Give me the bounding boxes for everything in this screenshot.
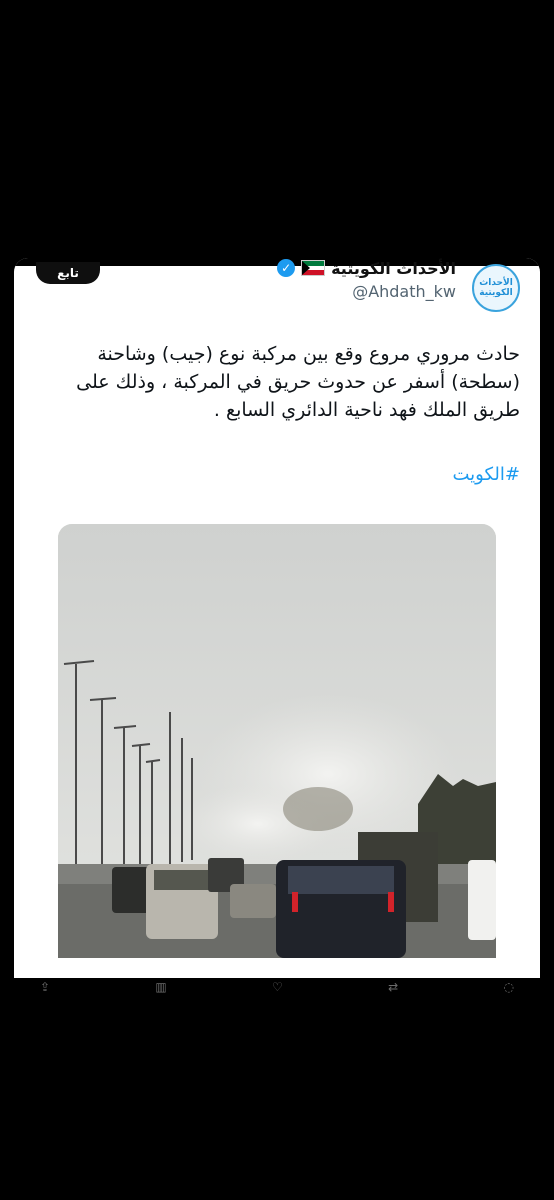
views-icon[interactable]: ▥ [155, 980, 166, 994]
follow-button[interactable]: تابع [36, 262, 100, 284]
share-icon[interactable]: ⇪ [40, 980, 50, 994]
reply-icon[interactable]: ◌ [503, 980, 513, 994]
account-avatar[interactable]: الأحداث الكويتية [472, 264, 520, 312]
tweet-card: تابع الأحداث الكويتية الأحداث الكويتية ✓… [14, 258, 540, 978]
tweet-media-image[interactable] [58, 524, 496, 958]
kuwait-flag-icon [301, 260, 326, 276]
like-icon[interactable]: ♡ [272, 980, 283, 994]
road-fire-photo [58, 524, 496, 958]
avatar-text-line1: الأحداث [479, 278, 513, 288]
account-name-row: الأحداث الكويتية ✓ [277, 258, 456, 278]
tweet-text: حادث مروري مروع وقع بين مركبة نوع (جيب) … [76, 343, 520, 421]
hashtag-link[interactable]: #الكويت [453, 464, 521, 485]
account-handle[interactable]: @Ahdath_kw [352, 282, 456, 301]
verified-badge-icon: ✓ [277, 259, 296, 277]
display-name[interactable]: الأحداث الكويتية [331, 259, 456, 278]
tweet-action-bar: ⇪ ▥ ♡ ⇄ ◌ [40, 978, 514, 996]
avatar-text-line2: الكويتية [479, 288, 513, 298]
retweet-icon[interactable]: ⇄ [388, 980, 398, 994]
